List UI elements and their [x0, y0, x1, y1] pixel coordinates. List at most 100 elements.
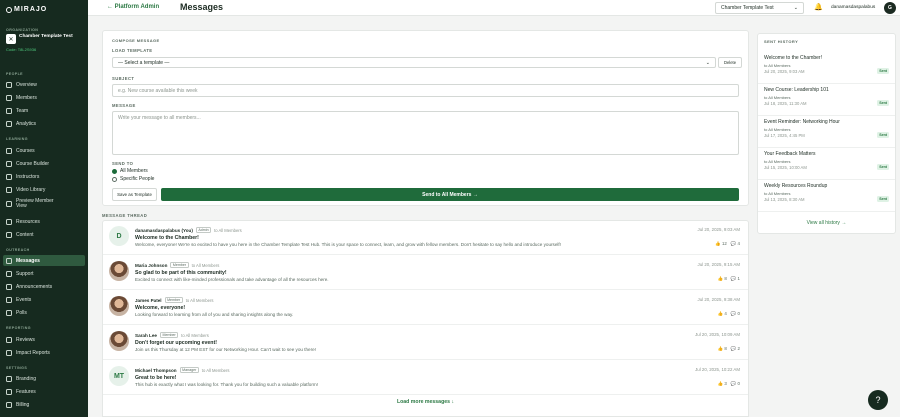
like-button[interactable]: 👍 8 — [718, 346, 727, 352]
sidebar-item-analytics[interactable]: Analytics — [3, 118, 85, 129]
message-author: Michael Thompson — [135, 367, 177, 373]
message-item[interactable]: Sarah Lee Member to All Members Don't forg… — [103, 326, 748, 360]
sidebar-item-reviews[interactable]: Reviews — [3, 334, 85, 345]
radio-label: Specific People — [120, 176, 155, 182]
question-icon[interactable]: ? — [868, 390, 888, 410]
sent-history-heading: SENT HISTORY — [764, 39, 799, 44]
history-item[interactable]: Your Feedback Matters to All Members Jul… — [758, 148, 895, 180]
radio-unselected-icon — [112, 176, 117, 182]
sidebar-item-announcements[interactable]: Announcements — [3, 281, 85, 292]
thumbs-up-icon: 👍 — [715, 241, 721, 246]
org-section-label: ORGANIZATION — [6, 28, 39, 32]
sidebar-item-video-library[interactable]: Video Library — [3, 184, 85, 195]
like-button[interactable]: 👍 4 — [718, 311, 727, 317]
like-button[interactable]: 👍 12 — [715, 241, 727, 247]
sidebar-item-resources[interactable]: Resources — [3, 216, 85, 227]
org-select[interactable]: Chamber Template Test ⌄ — [715, 2, 804, 14]
reply-button[interactable]: 💬 0 — [731, 381, 740, 387]
sidebar-item-label: Video Library — [16, 186, 46, 193]
like-button[interactable]: 👍 8 — [718, 276, 727, 282]
reply-count: 0 — [737, 381, 740, 386]
support-icon — [6, 270, 12, 277]
sidebar-item-label: Announcements — [16, 283, 53, 290]
sidebar-item-features[interactable]: Features — [3, 386, 85, 397]
load-more-messages-button[interactable]: Load more messages ↓ — [103, 399, 748, 405]
document-icon — [6, 231, 12, 238]
message-recipient: to All Members — [181, 332, 209, 338]
like-count: 4 — [724, 311, 727, 316]
toggle-icon — [6, 388, 12, 395]
sidebar-item-support[interactable]: Support — [3, 268, 85, 279]
status-badge: Sent — [877, 164, 889, 170]
message-item[interactable]: Maria Johnson Member to All Members So gla… — [103, 256, 748, 290]
radio-specific-people[interactable]: Specific People — [112, 176, 154, 182]
view-all-history-link[interactable]: View all history → — [758, 220, 895, 226]
send-to-all-members-button[interactable]: Send to All Members → — [161, 188, 739, 201]
sidebar-item-billing[interactable]: Billing — [3, 399, 85, 410]
sidebar-item-branding[interactable]: Branding — [3, 373, 85, 384]
sidebar-item-content[interactable]: Content — [3, 229, 85, 240]
history-item[interactable]: Welcome to the Chamber! to All Members J… — [758, 52, 895, 84]
reply-button[interactable]: 💬 2 — [731, 346, 740, 352]
history-title: New Course: Leadership 101 — [764, 87, 829, 93]
reply-count: 1 — [737, 276, 740, 281]
history-recipient: to All Members — [764, 95, 791, 100]
sidebar-item-label: Instructors — [16, 173, 40, 180]
sidebar-item-polls[interactable]: Polls — [3, 307, 85, 318]
history-date: Jul 20, 2025, 9:03 AM — [764, 69, 805, 74]
message-date: Jul 20, 2025, 9:15 AM — [697, 262, 740, 267]
user-name[interactable]: danamasdaspalabus — [831, 5, 875, 10]
message-author: Sarah Lee — [135, 332, 157, 338]
history-item[interactable]: Event Reminder: Networking Hour to All M… — [758, 116, 895, 148]
comment-icon: 💬 — [730, 311, 737, 316]
avatar — [109, 261, 129, 281]
message-icon — [6, 257, 12, 264]
back-to-platform-admin-link[interactable]: ← Platform Admin — [107, 4, 159, 10]
sidebar-item-events[interactable]: Events — [3, 294, 85, 305]
org-switcher[interactable]: ✕ Chamber Template Test — [0, 34, 88, 44]
sidebar-item-overview[interactable]: Overview — [3, 79, 85, 90]
brand-logo[interactable]: MIRAJO — [0, 0, 88, 18]
sidebar-item-impact-reports[interactable]: Impact Reports — [3, 347, 85, 358]
sidebar-item-team[interactable]: Team — [3, 105, 85, 116]
history-item[interactable]: New Course: Leadership 101 to All Member… — [758, 84, 895, 116]
message-subject: So glad to be part of this community! — [135, 270, 227, 276]
reply-button[interactable]: 💬 4 — [731, 241, 740, 247]
save-as-template-button[interactable]: Save as Template — [112, 188, 157, 201]
role-badge: Member — [170, 262, 189, 268]
status-badge: Sent — [877, 196, 889, 202]
subject-input[interactable]: e.g. New course available this week — [112, 84, 739, 97]
thumbs-up-icon: 👍 — [717, 276, 724, 281]
message-recipient: to All Members — [191, 262, 220, 268]
status-badge: Sent — [877, 100, 889, 106]
message-item[interactable]: MT Michael Thompson Manager to All Members… — [103, 361, 748, 395]
sidebar-item-members[interactable]: Members — [3, 92, 85, 103]
avatar[interactable]: G — [884, 2, 896, 14]
sidebar-item-preview-member-view[interactable]: Preview Member View — [3, 197, 85, 211]
template-select[interactable]: — Select a template — ⌄ — [112, 57, 716, 68]
bell-icon[interactable]: 🔔 — [814, 3, 823, 11]
like-button[interactable]: 👍 3 — [718, 381, 727, 387]
reply-button[interactable]: 💬 0 — [731, 311, 740, 317]
sidebar-item-courses[interactable]: Courses — [3, 145, 85, 156]
radio-all-members[interactable]: All Members — [112, 168, 148, 174]
sidebar-item-messages[interactable]: Messages — [3, 255, 85, 266]
comment-icon: 💬 — [730, 241, 737, 246]
history-date: Jul 17, 2025, 4:45 PM — [764, 133, 805, 138]
delete-template-button[interactable]: Delete — [718, 57, 742, 68]
message-thread: D danamasdaspalabus (You) Admin to All Mem… — [102, 220, 749, 417]
reply-button[interactable]: 💬 1 — [731, 276, 740, 282]
section-label-reporting: REPORTING — [6, 326, 31, 330]
star-icon — [6, 336, 12, 343]
message-item[interactable]: James Patel Member to All Members Welcome,… — [103, 291, 748, 325]
message-recipient: to All Members — [185, 297, 214, 303]
sent-history-card: SENT HISTORY Welcome to the Chamber! to … — [757, 33, 896, 234]
message-item[interactable]: D danamasdaspalabus (You) Admin to All Mem… — [103, 221, 748, 255]
message-textarea[interactable]: Write your message to all members... — [112, 111, 739, 155]
message-label: MESSAGE — [112, 103, 136, 108]
reply-count: 4 — [737, 241, 740, 246]
sidebar-item-course-builder[interactable]: Course Builder — [3, 158, 85, 169]
sidebar-item-label: Messages — [16, 257, 40, 264]
sidebar-item-instructors[interactable]: Instructors — [3, 171, 85, 182]
history-item[interactable]: Weekly Resources Roundup to All Members … — [758, 180, 895, 212]
